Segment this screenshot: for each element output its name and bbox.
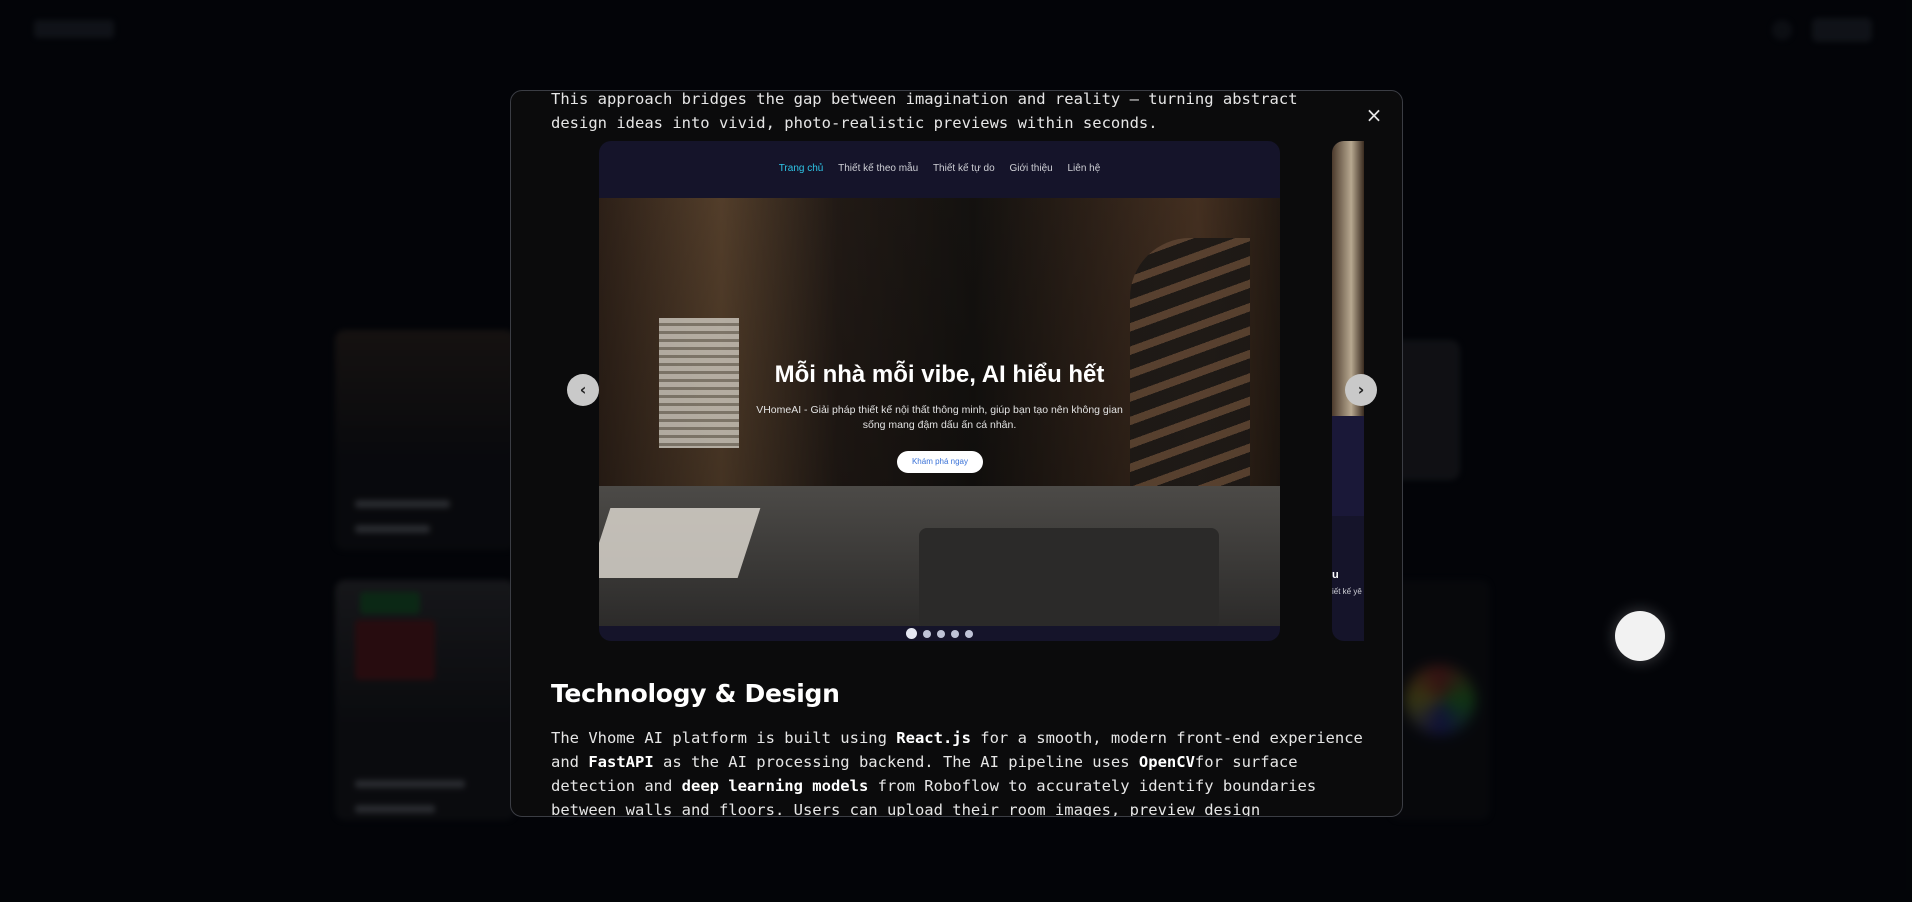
next-slide-text: iết kế yê [1332,587,1362,596]
tech-text: as the AI processing backend. The AI pip… [653,753,1139,771]
slide-hero-subtitle: VHomeAI - Giải pháp thiết kế nội thất th… [756,404,1123,431]
slide-nav-bar: Trang chủ Thiết kế theo mẫu Thiết kế tự … [599,163,1280,174]
carousel-dot[interactable] [923,629,931,638]
tech-term-fastapi: FastAPI [588,753,654,771]
slide-explore-button: Khám phá ngay [897,451,983,473]
carousel-dot[interactable] [951,629,959,638]
carousel-dot[interactable] [906,628,917,640]
floating-action-button[interactable] [1615,611,1665,661]
next-slide-panel [1332,416,1364,516]
tech-term-react: React.js [896,729,971,747]
carousel-slide: Trang chủ Thiết kế theo mẫu Thiết kế tự … [599,141,1280,641]
tech-paragraph: The Vhome AI platform is built using Rea… [551,726,1371,816]
tech-text: The Vhome AI platform is built using [551,729,897,747]
slide-nav-item-home: Trang chủ [778,163,824,174]
slide-nav-item-about: Giới thiệu [1009,163,1053,174]
tech-term-deep-learning: deep learning models [681,777,869,795]
slide-nav-item-contact: Liên hệ [1067,163,1101,174]
chevron-left-icon[interactable]: ‹ [567,374,599,406]
close-icon[interactable]: × [1362,103,1386,127]
image-carousel: Trang chủ Thiết kế theo mẫu Thiết kế tự … [551,141,1377,643]
section-title: Technology & Design [551,679,840,708]
intro-paragraph: This approach bridges the gap between im… [551,90,1298,132]
next-slide-heading: u [1332,569,1339,581]
carousel-dot[interactable] [937,629,945,638]
slide-nav-item-free-design: Thiết kế tự do [932,163,995,174]
project-modal: × This approach bridges the gap between … [510,90,1403,817]
interior-sofa [919,528,1219,626]
tech-term-opencv: OpenCV [1138,753,1195,771]
slide-hero-image: Mỗi nhà mỗi vibe, AI hiểu hết VHomeAI - … [599,198,1280,626]
chevron-right-icon[interactable]: › [1345,374,1377,406]
slide-nav-item-template-design: Thiết kế theo mẫu [838,163,919,174]
interior-pool-table [599,508,761,578]
carousel-dot[interactable] [965,629,973,638]
carousel-dots [599,625,1280,640]
slide-hero-title: Mỗi nhà mỗi vibe, AI hiểu hết [774,361,1105,388]
